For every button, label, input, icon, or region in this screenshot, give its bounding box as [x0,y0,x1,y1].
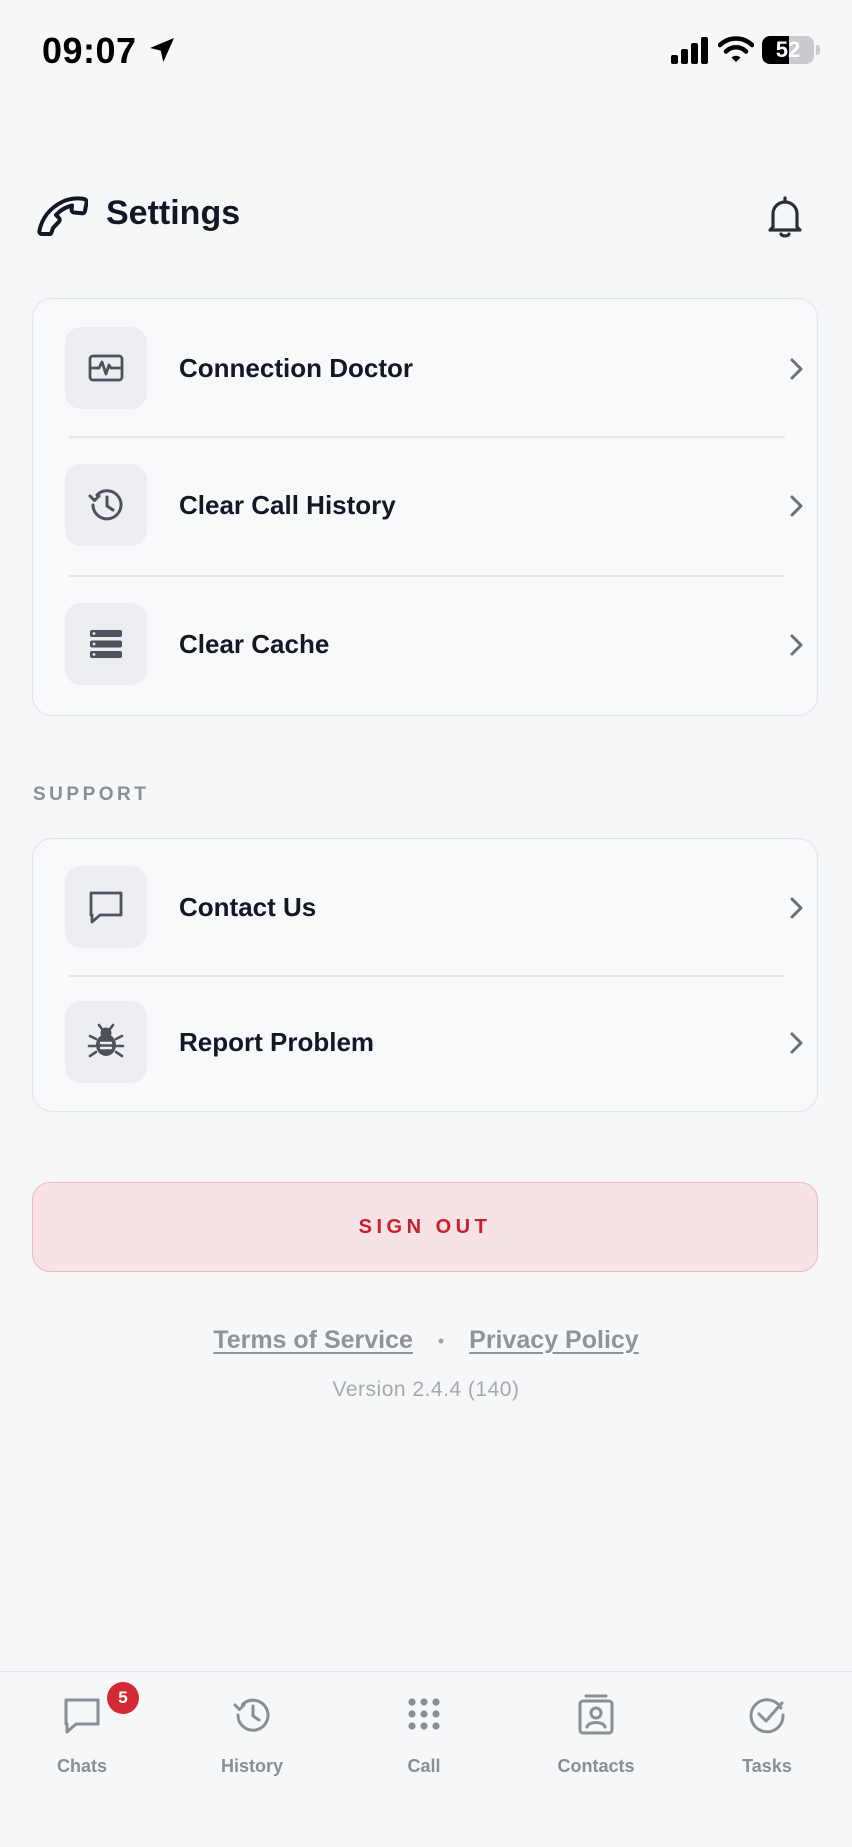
row-label: Report Problem [179,1027,375,1057]
row-label: Clear Call History [179,490,396,520]
support-section-heading: SUPPORT [33,784,150,805]
battery-nub [816,45,820,55]
dialpad-icon [408,1698,440,1730]
chevron-right-icon [790,358,803,380]
storage-stack-icon [90,630,122,658]
battery-indicator: 52 [762,36,814,64]
tab-call[interactable]: Call [349,1672,499,1812]
connection-doctor-row[interactable]: Connection Doctor [33,299,817,437]
wifi-icon [718,36,754,62]
tab-label: Chats [56,1756,107,1776]
contact-us-row[interactable]: Contact Us [33,839,817,977]
chevron-right-icon [790,1032,803,1054]
chat-bubble-icon [64,1698,100,1734]
chevron-right-icon [790,897,803,919]
tab-chats[interactable]: 5 Chats [7,1672,157,1812]
battery-level: 52 [775,37,801,62]
row-icon-container [65,866,147,948]
location-arrow-icon [150,38,174,62]
check-circle-icon [749,1698,785,1734]
privacy-policy-link[interactable]: Privacy Policy [469,1326,639,1354]
tab-label: Call [407,1756,441,1776]
chat-bubble-icon [89,891,123,924]
bug-icon [87,1023,125,1058]
tab-history[interactable]: History [177,1672,327,1812]
row-label: Contact Us [179,892,317,922]
legal-separator: • [437,1330,445,1351]
chats-unread-badge: 5 [107,1682,139,1714]
tab-tasks[interactable]: Tasks [692,1672,842,1812]
row-label: Connection Doctor [179,353,413,383]
header: Settings [0,180,852,252]
notifications-button[interactable] [760,192,810,242]
pulse-monitor-icon [88,354,124,382]
row-icon-container [65,1001,147,1083]
tab-label: Contacts [557,1756,635,1776]
settings-screen: 09:07 52 Settings Connection Doctor Clea… [0,0,852,1847]
bell-icon [768,196,802,238]
history-clock-icon [88,489,123,521]
row-icon-container [65,327,147,409]
tab-label: History [220,1756,283,1776]
report-problem-row[interactable]: Report Problem [33,977,817,1115]
clear-cache-row[interactable]: Clear Cache [33,577,817,715]
chevron-right-icon [790,495,803,517]
tools-card: Connection Doctor Clear Call History Cle… [32,298,818,716]
status-bar: 09:07 52 [0,0,852,104]
row-icon-container [65,603,147,685]
page-title: Settings [106,194,241,232]
status-time: 09:07 [42,30,137,71]
cellular-signal-icon [671,37,708,64]
tab-bar: 5 Chats History Call Contacts Tasks [0,1671,852,1847]
legal-links: Terms of Service • Privacy Policy [0,1326,852,1355]
tab-label: Tasks [742,1756,792,1776]
terms-of-service-link[interactable]: Terms of Service [213,1326,413,1354]
clear-call-history-row[interactable]: Clear Call History [33,438,817,576]
phone-handset-icon [37,196,88,236]
contact-card-icon [578,1694,614,1735]
row-label: Clear Cache [179,629,330,659]
history-clock-icon [233,1698,270,1732]
tab-contacts[interactable]: Contacts [521,1672,671,1812]
sign-out-button[interactable]: SIGN OUT [32,1182,818,1272]
row-icon-container [65,464,147,546]
chevron-right-icon [790,634,803,656]
support-card: Contact Us Report Problem [32,838,818,1112]
version-label: Version 2.4.4 (140) [332,1378,520,1401]
